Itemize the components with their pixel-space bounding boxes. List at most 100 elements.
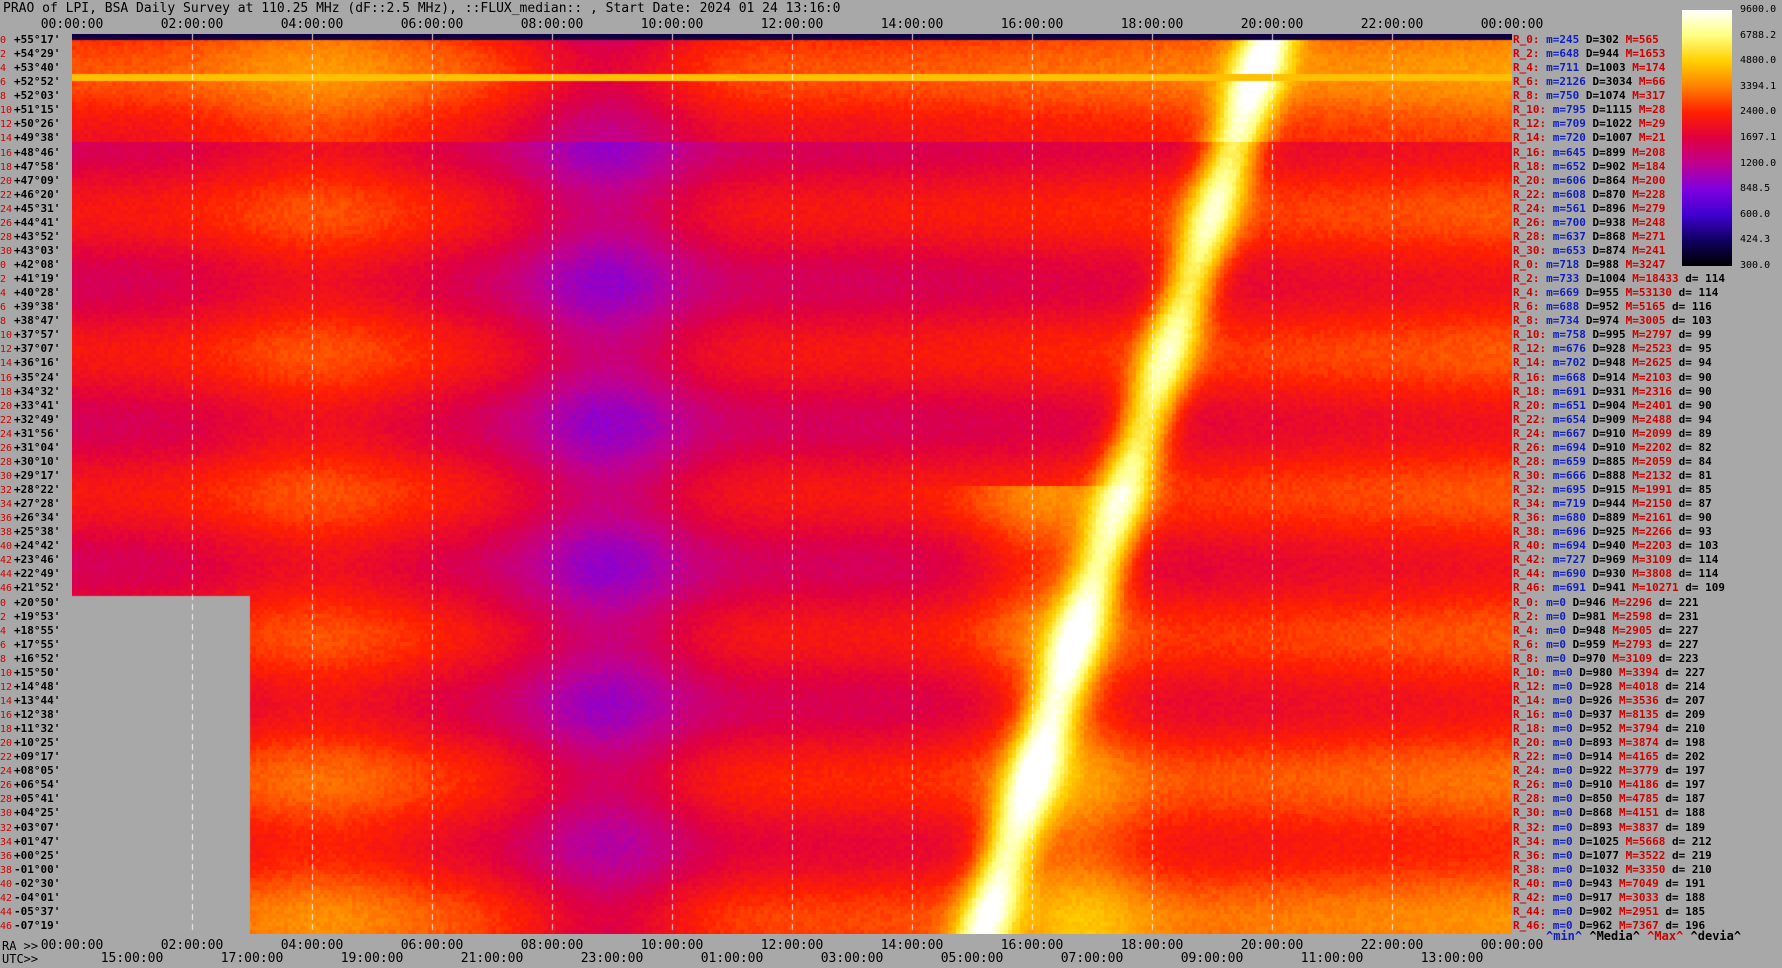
dec-row-label: 12 +14°48' — [0, 681, 60, 694]
stat-k: R_42: — [1513, 891, 1546, 904]
stat-D: D=893 — [1573, 736, 1613, 749]
declination-value: +20°50' — [14, 596, 60, 609]
declination-value: +13°44' — [14, 694, 60, 707]
stat-k: R_22: — [1513, 413, 1546, 426]
stat-D: D=1007 — [1586, 131, 1632, 144]
stat-k: R_24: — [1513, 202, 1546, 215]
stat-d: d= 109 — [1679, 581, 1725, 594]
beam-index: 30 — [0, 246, 14, 258]
beam-stats-row: R_22: m=608 D=870 M=228 — [1513, 189, 1665, 201]
stat-d: d= 185 — [1659, 905, 1705, 918]
stat-D: D=915 — [1586, 483, 1626, 496]
stat-D: D=3034 — [1586, 75, 1632, 88]
stat-m: m=0 — [1546, 905, 1573, 918]
stat-m: m=711 — [1540, 61, 1580, 74]
stat-M: M=3394 — [1612, 666, 1658, 679]
beam-index: 46 — [0, 921, 14, 933]
stat-m: m=0 — [1546, 736, 1573, 749]
stat-M: M=5165 — [1619, 300, 1665, 313]
beam-stats-row: R_4: m=711 D=1003 M=174 — [1513, 62, 1665, 74]
utc-axis-tick: 15:00:00 — [101, 952, 164, 966]
stat-m: m=688 — [1540, 300, 1580, 313]
dec-row-label: 2 +41°19' — [0, 273, 60, 286]
stat-D: D=868 — [1573, 806, 1613, 819]
utc-axis-tick: 23:00:00 — [581, 952, 644, 966]
dec-row-label: 0 +42°08' — [0, 259, 60, 272]
declination-value: +47°58' — [14, 160, 60, 173]
stat-k: R_10: — [1513, 103, 1546, 116]
beam-stats-row: R_30: m=666 D=888 M=2132 d= 81 — [1513, 470, 1712, 482]
dec-row-label: 12 +50°26' — [0, 118, 60, 131]
declination-value: +01°47' — [14, 835, 60, 848]
beam-stats-row: R_42: m=727 D=969 M=3109 d= 114 — [1513, 554, 1718, 566]
beam-index: 46 — [0, 583, 14, 595]
top-axis-tick: 02:00:00 — [161, 18, 224, 32]
declination-value: +50°26' — [14, 117, 60, 130]
ra-axis-tick: 08:00:00 — [521, 939, 584, 953]
stat-k: R_20: — [1513, 399, 1546, 412]
beam-index: 8 — [0, 316, 14, 328]
top-axis-tick: 18:00:00 — [1121, 18, 1184, 32]
beam-stats-row: R_6: m=2126 D=3034 M=66 — [1513, 76, 1665, 88]
stat-M: M=2059 — [1626, 455, 1672, 468]
colorbar-label: 6788.2 — [1740, 30, 1776, 42]
flux-heatmap — [72, 34, 1512, 934]
stat-k: R_4: — [1513, 286, 1540, 299]
stat-k: R_28: — [1513, 792, 1546, 805]
stat-m: m=718 — [1540, 258, 1580, 271]
stat-d: d= 89 — [1672, 427, 1712, 440]
stat-D: D=928 — [1586, 342, 1626, 355]
stat-d: d= 114 — [1672, 567, 1718, 580]
stat-k: R_4: — [1513, 624, 1540, 637]
stat-k: R_8: — [1513, 89, 1540, 102]
declination-value: +24°42' — [14, 539, 60, 552]
stat-D: D=909 — [1586, 413, 1626, 426]
beam-index: 8 — [0, 91, 14, 103]
stat-d: d= 95 — [1672, 342, 1712, 355]
stat-m: m=645 — [1546, 146, 1586, 159]
stat-m: m=608 — [1546, 188, 1586, 201]
declination-value: +16°52' — [14, 652, 60, 665]
stat-m: m=666 — [1546, 469, 1586, 482]
stat-m: m=654 — [1546, 413, 1586, 426]
beam-index: 4 — [0, 63, 14, 75]
dec-row-label: 4 +53°40' — [0, 62, 60, 75]
stat-D: D=988 — [1579, 258, 1619, 271]
stat-d: d= 90 — [1672, 399, 1712, 412]
beam-index: 22 — [0, 415, 14, 427]
stat-m: m=0 — [1546, 708, 1573, 721]
declination-value: +35°24' — [14, 371, 60, 384]
ra-axis-tick: 18:00:00 — [1121, 939, 1184, 953]
utc-axis-tick: 11:00:00 — [1301, 952, 1364, 966]
beam-stats-row: R_12: m=676 D=928 M=2523 d= 95 — [1513, 343, 1712, 355]
dec-row-label: 16 +35°24' — [0, 372, 60, 385]
declination-value: +54°29' — [14, 47, 60, 60]
stat-m: m=690 — [1546, 567, 1586, 580]
beam-stats-row: R_8: m=0 D=970 M=3109 d= 223 — [1513, 653, 1698, 665]
stat-D: D=850 — [1573, 792, 1613, 805]
stat-m: m=680 — [1546, 511, 1586, 524]
dec-row-label: 32 +03°07' — [0, 822, 60, 835]
beam-stats-row: R_36: m=0 D=1077 M=3522 d= 219 — [1513, 850, 1712, 862]
stat-d: d= 99 — [1672, 328, 1712, 341]
stat-m: m=733 — [1540, 272, 1580, 285]
stat-D: D=870 — [1586, 188, 1626, 201]
top-axis-tick: 22:00:00 — [1361, 18, 1424, 32]
dec-row-label: 22 +09°17' — [0, 751, 60, 764]
ra-time-axis: 00:00:00 02:00:00 04:00:00 06:00:00 08:00:00… — [72, 939, 1512, 953]
beam-stats-row: R_10: m=795 D=1115 M=28 — [1513, 104, 1665, 116]
beam-index: 22 — [0, 190, 14, 202]
beam-index: 44 — [0, 569, 14, 581]
beam-stats-row: R_20: m=0 D=893 M=3874 d= 198 — [1513, 737, 1705, 749]
ra-axis-tick: 02:00:00 — [161, 939, 224, 953]
colorbar-label: 600.0 — [1740, 209, 1770, 221]
dec-row-label: 32 +28°22' — [0, 484, 60, 497]
stat-m: m=0 — [1546, 806, 1573, 819]
ra-axis-label: RA >> — [2, 939, 38, 953]
stat-d: d= 197 — [1659, 764, 1705, 777]
beam-stats-row: R_2: m=0 D=981 M=2598 d= 231 — [1513, 611, 1698, 623]
stat-M: M=3808 — [1626, 567, 1672, 580]
beam-index: 10 — [0, 330, 14, 342]
colorbar-label: 1200.0 — [1740, 158, 1776, 170]
beam-stats-row: R_8: m=734 D=974 M=3005 d= 103 — [1513, 315, 1712, 327]
